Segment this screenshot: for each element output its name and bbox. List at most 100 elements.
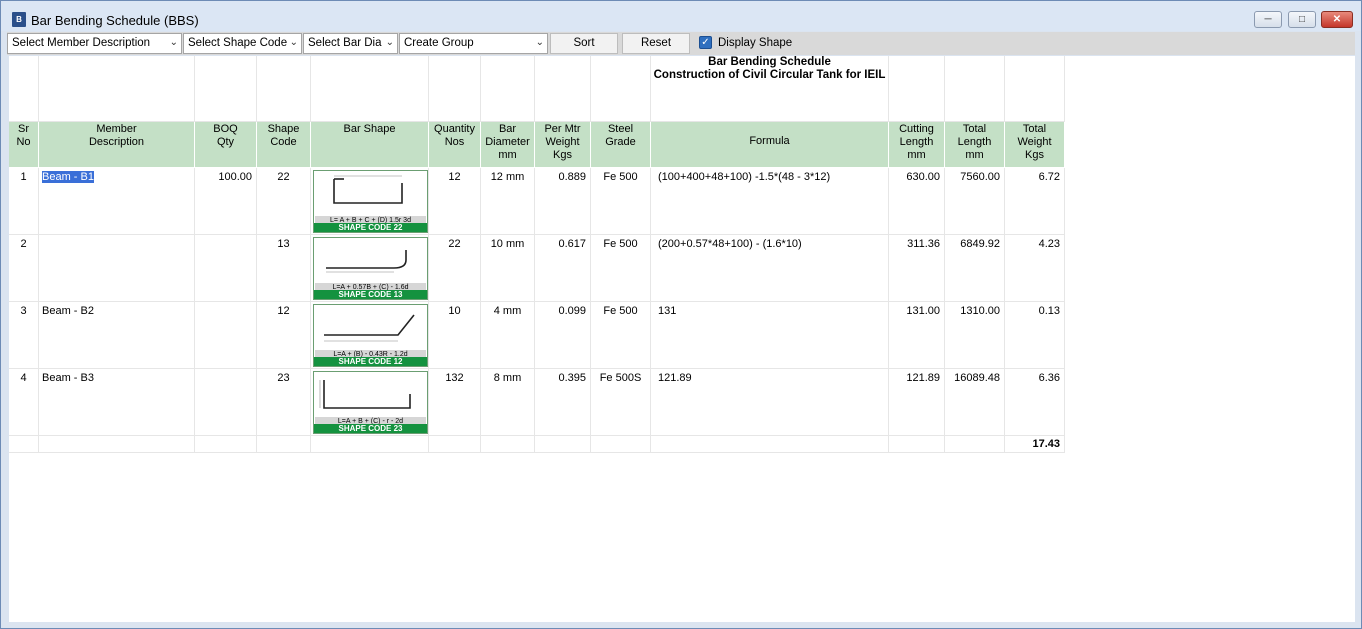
header-boq[interactable]: BOQ Qty <box>195 122 257 168</box>
cell-member[interactable]: Beam - B1 <box>39 168 195 235</box>
cell-dia[interactable]: 4 mm <box>481 302 535 369</box>
total-row-cell[interactable] <box>591 436 651 453</box>
cell-qty[interactable]: 10 <box>429 302 481 369</box>
header-total-len[interactable]: Total Length mm <box>945 122 1005 168</box>
cell-cutting[interactable]: 121.89 <box>889 369 945 436</box>
header-total-wt[interactable]: Total Weight Kgs <box>1005 122 1065 168</box>
cell-weight-per-m[interactable]: 0.889 <box>535 168 591 235</box>
cell-total-len[interactable]: 1310.00 <box>945 302 1005 369</box>
bar-dia-dropdown[interactable]: Select Bar Dia ⌄ <box>303 33 398 54</box>
cell-total-len[interactable]: 7560.00 <box>945 168 1005 235</box>
minimize-icon[interactable]: ─ <box>1254 11 1282 28</box>
cell-formula[interactable]: 131 <box>651 302 889 369</box>
cell-weight-per-m[interactable]: 0.617 <box>535 235 591 302</box>
sort-button[interactable]: Sort <box>550 33 618 54</box>
banner-cell[interactable] <box>1005 56 1065 122</box>
reset-button[interactable]: Reset <box>622 33 690 54</box>
create-group-dropdown[interactable]: Create Group ⌄ <box>399 33 548 54</box>
cell-qty[interactable]: 22 <box>429 235 481 302</box>
cell-formula[interactable]: (200+0.57*48+100) - (1.6*10) <box>651 235 889 302</box>
cell-boq[interactable] <box>195 302 257 369</box>
cell-total-wt[interactable]: 6.36 <box>1005 369 1065 436</box>
shape-code-dropdown[interactable]: Select Shape Code ⌄ <box>183 33 302 54</box>
cell-shape-code[interactable]: 13 <box>257 235 311 302</box>
banner-cell[interactable] <box>195 56 257 122</box>
cell-sr[interactable]: 4 <box>9 369 39 436</box>
cell-shape-code[interactable]: 12 <box>257 302 311 369</box>
cell-qty[interactable]: 12 <box>429 168 481 235</box>
display-shape-label[interactable]: Display Shape <box>718 37 792 49</box>
cell-dia[interactable]: 10 mm <box>481 235 535 302</box>
header-cutting[interactable]: Cutting Length mm <box>889 122 945 168</box>
close-icon[interactable]: ✕ <box>1321 11 1353 28</box>
cell-shape-code[interactable]: 22 <box>257 168 311 235</box>
cell-weight-per-m[interactable]: 0.395 <box>535 369 591 436</box>
title-bar[interactable]: B Bar Bending Schedule (BBS) ─ □ ✕ <box>1 1 1361 31</box>
banner-cell[interactable] <box>945 56 1005 122</box>
total-row-cell[interactable] <box>429 436 481 453</box>
banner-cell[interactable] <box>591 56 651 122</box>
cell-boq[interactable]: 100.00 <box>195 168 257 235</box>
member-description-dropdown[interactable]: Select Member Description ⌄ <box>7 33 182 54</box>
cell-total-len[interactable]: 6849.92 <box>945 235 1005 302</box>
header-member[interactable]: Member Description <box>39 122 195 168</box>
cell-boq[interactable] <box>195 235 257 302</box>
banner-cell[interactable] <box>535 56 591 122</box>
cell-grade[interactable]: Fe 500 <box>591 302 651 369</box>
banner-cell[interactable] <box>481 56 535 122</box>
banner-cell[interactable] <box>9 56 39 122</box>
banner-cell[interactable] <box>889 56 945 122</box>
banner-cell[interactable] <box>257 56 311 122</box>
total-row-cell[interactable] <box>9 436 39 453</box>
cell-total-len[interactable]: 16089.48 <box>945 369 1005 436</box>
cell-cutting[interactable]: 630.00 <box>889 168 945 235</box>
banner-cell[interactable] <box>311 56 429 122</box>
cell-sr[interactable]: 1 <box>9 168 39 235</box>
schedule-grid[interactable]: Bar Bending Schedule Construction of Civi… <box>9 56 1355 622</box>
header-weight-per-m[interactable]: Per Mtr Weight Kgs <box>535 122 591 168</box>
cell-dia[interactable]: 12 mm <box>481 168 535 235</box>
header-grade[interactable]: Steel Grade <box>591 122 651 168</box>
total-row-cell[interactable] <box>257 436 311 453</box>
cell-total-wt[interactable]: 6.72 <box>1005 168 1065 235</box>
cell-member[interactable]: Beam - B2 <box>39 302 195 369</box>
header-bar-shape[interactable]: Bar Shape <box>311 122 429 168</box>
banner-cell[interactable] <box>429 56 481 122</box>
selected-member-text[interactable]: Beam - B1 <box>42 171 94 183</box>
cell-sr[interactable]: 3 <box>9 302 39 369</box>
banner-cell[interactable] <box>39 56 195 122</box>
header-shape-code[interactable]: Shape Code <box>257 122 311 168</box>
cell-qty[interactable]: 132 <box>429 369 481 436</box>
total-row-cell[interactable] <box>945 436 1005 453</box>
cell-cutting[interactable]: 311.36 <box>889 235 945 302</box>
cell-total-wt[interactable]: 4.23 <box>1005 235 1065 302</box>
total-row-cell[interactable] <box>195 436 257 453</box>
cell-grade[interactable]: Fe 500 <box>591 235 651 302</box>
cell-total-wt[interactable]: 0.13 <box>1005 302 1065 369</box>
cell-formula[interactable]: 121.89 <box>651 369 889 436</box>
header-qty[interactable]: Quantity Nos <box>429 122 481 168</box>
cell-grade[interactable]: Fe 500 <box>591 168 651 235</box>
total-row-cell[interactable] <box>889 436 945 453</box>
cell-sr[interactable]: 2 <box>9 235 39 302</box>
total-row-cell[interactable] <box>39 436 195 453</box>
display-shape-checkbox[interactable]: ✓ <box>699 36 712 49</box>
cell-formula[interactable]: (100+400+48+100) -1.5*(48 - 3*12) <box>651 168 889 235</box>
cell-member[interactable] <box>39 235 195 302</box>
total-row-cell[interactable] <box>651 436 889 453</box>
maximize-icon[interactable]: □ <box>1288 11 1316 28</box>
total-row-cell[interactable] <box>481 436 535 453</box>
cell-member[interactable]: Beam - B3 <box>39 369 195 436</box>
cell-grade[interactable]: Fe 500S <box>591 369 651 436</box>
cell-shape-code[interactable]: 23 <box>257 369 311 436</box>
cell-boq[interactable] <box>195 369 257 436</box>
shape-code-value: Select Shape Code <box>188 37 288 49</box>
header-formula[interactable]: Formula <box>651 122 889 168</box>
header-dia[interactable]: Bar Diameter mm <box>481 122 535 168</box>
cell-cutting[interactable]: 131.00 <box>889 302 945 369</box>
header-sr[interactable]: Sr No <box>9 122 39 168</box>
total-row-cell[interactable] <box>311 436 429 453</box>
cell-weight-per-m[interactable]: 0.099 <box>535 302 591 369</box>
total-row-cell[interactable] <box>535 436 591 453</box>
cell-dia[interactable]: 8 mm <box>481 369 535 436</box>
